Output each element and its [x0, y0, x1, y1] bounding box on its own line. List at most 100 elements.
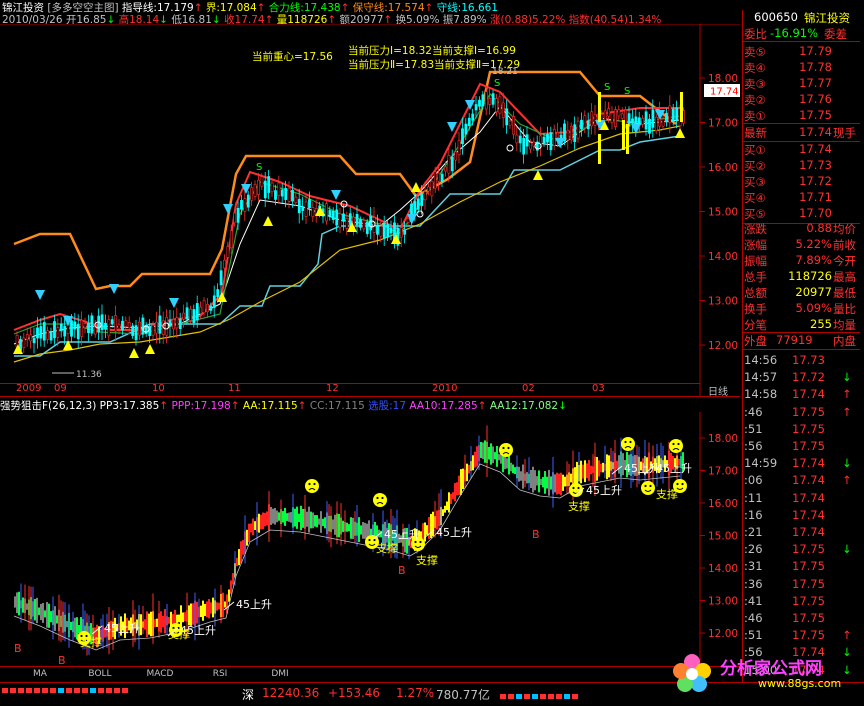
ribbon-segment	[468, 464, 470, 474]
candle-body	[430, 180, 434, 197]
period-label[interactable]: 日线	[708, 383, 728, 398]
candle-body	[362, 220, 366, 230]
candle-body	[280, 189, 284, 197]
candle-body	[549, 132, 553, 151]
ribbon-segment	[260, 514, 262, 530]
signal-bar	[598, 92, 601, 122]
candle-body	[450, 156, 454, 172]
support-label: 支撑	[656, 487, 678, 501]
ribbon-segment	[560, 472, 562, 496]
market-breadth-block	[58, 688, 64, 693]
time-label: 2009	[16, 383, 42, 394]
ribbon-segment	[480, 442, 482, 458]
time-label: 12	[326, 383, 339, 394]
tick-row: :16 17.74	[744, 508, 860, 526]
ribbon-segment	[286, 513, 288, 521]
ribbon-segment	[362, 522, 364, 539]
candle-body	[42, 322, 46, 341]
ribbon-segment	[310, 511, 312, 529]
tick-price: 17.74	[792, 473, 825, 488]
ribbon-segment	[18, 591, 20, 616]
ask-label: 卖④	[744, 61, 766, 75]
candle-body	[73, 321, 77, 330]
candle-body	[127, 322, 131, 329]
ribbon-segment	[178, 614, 180, 623]
candle-body	[427, 186, 430, 192]
ribbon-segment	[248, 523, 250, 543]
candle-body	[274, 190, 277, 200]
tab-macd[interactable]: MACD	[130, 667, 190, 681]
market-breadth-block	[122, 688, 128, 693]
price-axis-label: 17.00	[708, 118, 738, 130]
tick-price: 17.74	[792, 490, 825, 505]
stat-row: 总手 118726 最高	[742, 269, 860, 285]
candle-body	[104, 322, 107, 330]
tab-dmi[interactable]: DMI	[250, 667, 310, 681]
ribbon-segment	[296, 506, 298, 529]
support-label: 支撑	[376, 541, 398, 555]
ask-price: 17.76	[799, 92, 832, 106]
tick-price: 17.75	[792, 542, 825, 557]
market-breadth-block	[74, 688, 80, 693]
tick-price: 17.74	[792, 456, 825, 471]
market-breadth-block	[540, 694, 546, 699]
ribbon-segment	[190, 603, 192, 626]
market-breadth-block	[98, 688, 104, 693]
ribbon-segment	[462, 468, 464, 490]
ribbon-segment	[258, 513, 260, 533]
candle-body	[576, 120, 580, 139]
candle-body	[668, 105, 672, 123]
support-label: 支撑	[416, 553, 438, 567]
ribbon-segment	[144, 619, 146, 630]
candle-body	[423, 191, 427, 201]
ribbon-segment	[360, 525, 362, 535]
stock-code[interactable]: 600650	[754, 10, 798, 24]
candle-body	[644, 111, 648, 130]
tick-arrow: ↓	[842, 542, 852, 557]
ribbon-segment	[192, 603, 194, 625]
tab-boll[interactable]: BOLL	[70, 667, 130, 681]
candle-body	[437, 172, 441, 182]
stat-row: 振幅 7.89% 今开	[742, 253, 860, 269]
tick-price: 17.74	[792, 507, 825, 522]
candle-body	[117, 323, 121, 330]
candle-body	[134, 325, 138, 341]
ribbon-segment	[472, 455, 474, 471]
tab-ma[interactable]: MA	[10, 667, 70, 681]
candle-body	[66, 324, 70, 335]
tick-price: 17.75	[792, 439, 825, 453]
tick-row: :31 17.75	[744, 559, 860, 577]
candle-body	[355, 214, 359, 226]
candle-body	[301, 206, 305, 211]
ribbon-segment	[548, 469, 550, 496]
ribbon-segment	[312, 512, 314, 529]
candle-body	[308, 199, 311, 209]
sell-signal-label: S	[256, 162, 262, 173]
ribbon-segment	[460, 469, 462, 495]
candle-body	[155, 321, 158, 334]
candle-body	[342, 213, 345, 222]
candle-body	[39, 326, 43, 339]
ribbon-segment	[290, 512, 292, 523]
candle-body	[416, 198, 420, 210]
market-breadth-block	[500, 694, 506, 699]
market-breadth-block	[114, 688, 120, 693]
market-breadth-block	[508, 694, 514, 699]
ribbon-segment	[168, 617, 170, 624]
ribbon-segment	[232, 573, 234, 585]
indicator-name[interactable]: 强势狙击F	[0, 400, 48, 412]
candle-body	[654, 117, 658, 132]
latest-value: 17.74	[799, 125, 832, 139]
indicator-chart[interactable]: 18.00 17.00 16.00 15.00 14.00 13.00 12.00 45上升…	[0, 412, 740, 667]
signal-bar	[626, 124, 629, 154]
ribbon-segment	[556, 472, 558, 495]
ribbon-segment	[252, 518, 254, 536]
market-label[interactable]: 深	[242, 686, 254, 703]
up-arrow-icon: ↑	[297, 400, 307, 412]
tab-rsi[interactable]: RSI	[190, 667, 250, 681]
bid-price: 17.74	[799, 142, 832, 156]
ribbon-segment	[364, 522, 366, 539]
ribbon-segment	[204, 603, 206, 617]
main-price-chart[interactable]: 18.00 17.00 16.00 15.00 14.00 13.00 12.00 S S S S…	[0, 24, 740, 394]
stock-name[interactable]: 锦江投资	[804, 10, 850, 26]
